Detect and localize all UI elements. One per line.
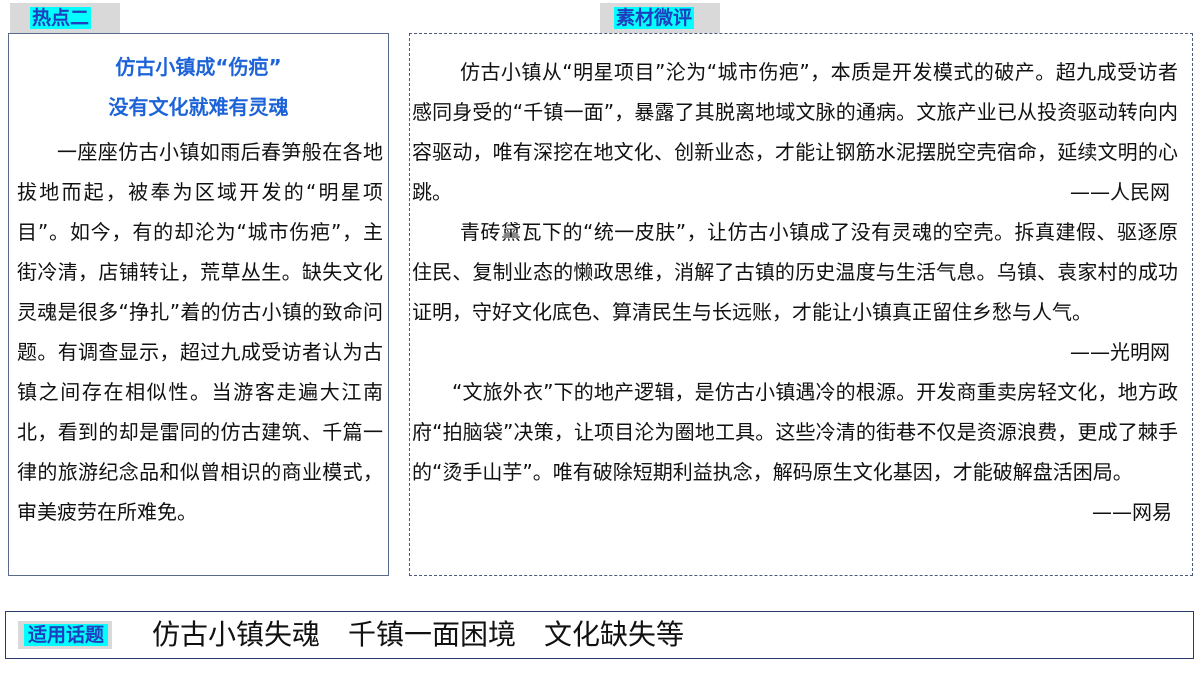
commentary-paragraph: 仿古小镇从“明星项目”沦为“城市伤疤”，本质是开发模式的破产。超九成受访者感同身… — [412, 60, 1178, 204]
hotspot-tab-label: 热点二 — [10, 3, 120, 33]
hotspot-title-line1: 仿古小镇成“伤疤” — [115, 55, 282, 79]
commentary-source: ——光明网 — [1070, 340, 1170, 364]
commentary-tab-text: 素材微评 — [614, 7, 695, 29]
topics-label: 适用话题 — [18, 621, 113, 649]
commentary-paragraph: “文旅外衣”下的地产逻辑，是仿古小镇遇冷的根源。开发商重卖房轻文化，地方政府“拍… — [412, 380, 1178, 484]
applicable-topics-bar: 适用话题 仿古小镇失魂 千镇一面困境 文化缺失等 — [5, 611, 1194, 659]
hotspot-tab-text: 热点二 — [30, 7, 92, 29]
commentary-paragraph: 青砖黛瓦下的“统一皮肤”，让仿古小镇成了没有灵魂的空壳。拆真建假、驱逐原住民、复… — [412, 220, 1178, 324]
hotspot-body-text: 一座座仿古小镇如雨后春笋般在各地拔地而起，被奉为区域开发的“明星项目”。如今，有… — [17, 140, 383, 524]
hotspot-title-line2: 没有文化就难有灵魂 — [108, 95, 289, 119]
commentary-tab-label: 素材微评 — [600, 3, 720, 33]
topics-list-text: 仿古小镇失魂 千镇一面困境 文化缺失等 — [152, 618, 685, 651]
hotspot-panel: 仿古小镇成“伤疤” 没有文化就难有灵魂 一座座仿古小镇如雨后春笋般在各地拔地而起… — [8, 33, 389, 576]
commentary-panel: 仿古小镇从“明星项目”沦为“城市伤疤”，本质是开发模式的破产。超九成受访者感同身… — [409, 33, 1193, 576]
topics-label-text: 适用话题 — [24, 624, 109, 646]
commentary-source: ——网易 — [1092, 500, 1172, 524]
commentary-source: ——人民网 — [1070, 180, 1170, 204]
